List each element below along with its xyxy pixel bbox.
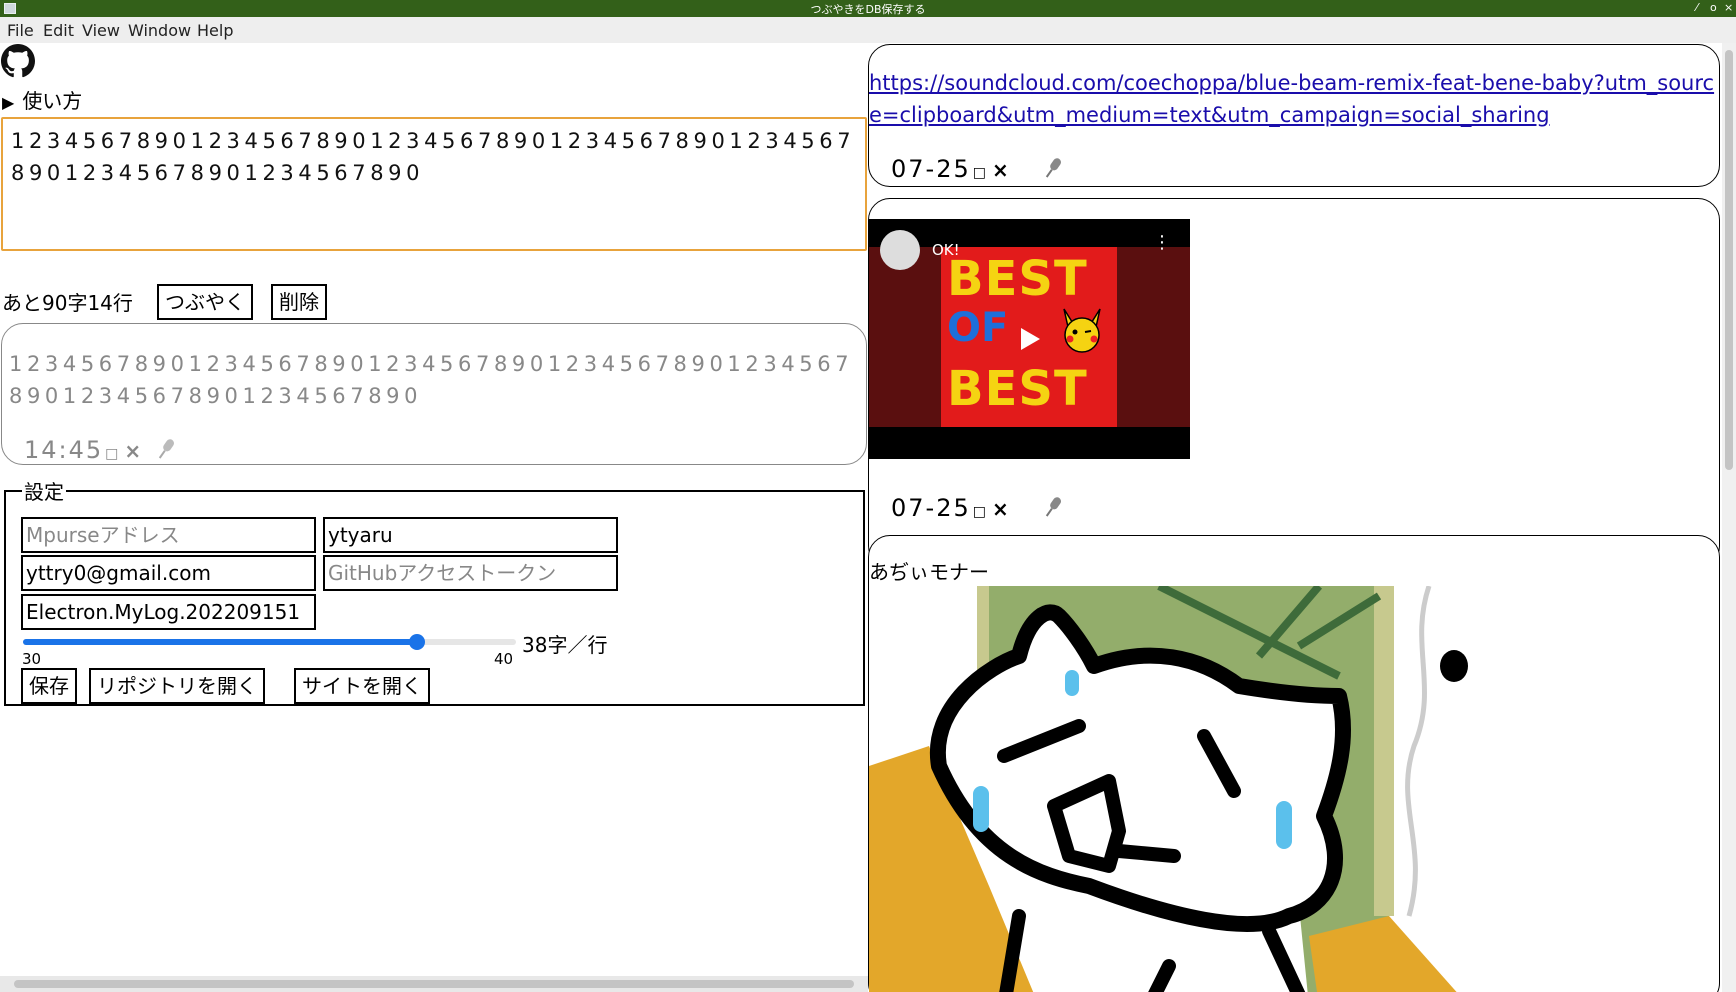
preview-checkbox[interactable]: □ [105,446,120,462]
pikachu-icon [1063,308,1101,353]
remaining-counter: あと90字14行 [2,291,133,315]
chars-per-line-slider[interactable] [23,634,516,650]
timeline-post: https://soundcloud.com/coechoppa/blue-be… [868,44,1720,187]
left-pane: ▶ 使い方 12345678901234567890123456789012345… [0,43,868,992]
post-meta: 07-25 □ × [891,155,1062,183]
preview-text: 1234567890123456789012345678901234567890… [9,352,854,408]
slider-min-label: 30 [22,650,42,668]
menu-view[interactable]: View [82,21,120,40]
cat-drawing-image [869,586,1468,992]
timeline-post: あぢぃモナー [868,535,1720,992]
disclosure-triangle-icon: ▶ [2,93,15,112]
post-checkbox[interactable]: □ [973,504,988,520]
window-title: つぶやきをDB保存する [810,3,926,16]
slider-fill [23,639,418,645]
thumbnail-text-bottom: BEST [947,361,1088,417]
usage-label: 使い方 [22,89,83,113]
preview-delete-icon[interactable]: × [124,439,143,463]
mpurse-address-input[interactable] [21,517,316,553]
github-icon[interactable] [1,44,35,78]
preview-time: 14:45 [24,436,104,464]
settings-legend: 設定 [24,480,64,504]
slider-max-label: 40 [494,650,514,668]
email-input[interactable] [21,555,316,591]
microphone-icon[interactable] [154,436,178,462]
vertical-scroll-thumb[interactable] [1725,50,1733,470]
thumbnail-text-top: BEST [947,251,1088,307]
menu-help[interactable]: Help [197,21,233,40]
post-meta: 07-25 □ × [891,494,1062,522]
menu-file[interactable]: File [7,21,34,40]
open-site-button[interactable]: サイトを開く [294,668,430,704]
thumbnail-text-mid: OF [947,305,1009,351]
video-title[interactable]: OK! [932,241,960,259]
vertical-scrollbar[interactable] [1722,43,1736,992]
minimize-icon[interactable]: ⁄ [1696,1,1698,14]
youtube-embed[interactable]: BEST OF BEST OK! ⋮ [869,219,1190,459]
horizontal-scroll-thumb[interactable] [14,980,854,988]
menu-window[interactable]: Window [128,21,191,40]
post-delete-icon[interactable]: × [992,497,1011,521]
save-button[interactable]: 保存 [21,668,77,704]
maximize-icon[interactable]: o [1710,1,1717,14]
more-options-icon[interactable]: ⋮ [1153,234,1171,252]
post-date: 07-25 [891,494,971,522]
post-checkbox[interactable]: □ [973,165,988,181]
preview-meta: 14:45 □ × [24,436,175,464]
delete-button[interactable]: 削除 [271,284,327,320]
window-titlebar: つぶやきをDB保存する ⁄ o × [0,0,1736,17]
microphone-icon[interactable] [1041,155,1065,181]
horizontal-scrollbar[interactable] [0,976,868,992]
repository-input[interactable] [21,594,316,630]
post-delete-icon[interactable]: × [992,158,1011,182]
close-icon[interactable]: × [1724,1,1733,14]
username-input[interactable] [323,517,618,553]
timeline-post: BEST OF BEST OK! ⋮ 07-25 □ × [868,198,1720,568]
play-icon[interactable] [1012,325,1046,353]
post-link[interactable]: https://soundcloud.com/coechoppa/blue-be… [869,67,1721,131]
usage-disclosure[interactable]: ▶ 使い方 [2,85,82,114]
post-button[interactable]: つぶやく [157,284,253,320]
menu-edit[interactable]: Edit [43,21,74,40]
open-repository-button[interactable]: リポジトリを開く [89,668,265,704]
github-token-input[interactable] [323,555,618,591]
post-textarea[interactable]: 1234567890123456789012345678901234567890… [1,117,867,251]
post-text: あぢぃモナー [869,560,989,584]
microphone-icon[interactable] [1041,494,1065,520]
preview-card: 1234567890123456789012345678901234567890… [1,323,867,465]
post-date: 07-25 [891,155,971,183]
slider-value-label: 38字／行 [522,633,608,657]
timeline-pane: https://soundcloud.com/coechoppa/blue-be… [868,43,1736,992]
menu-bar: File Edit View Window Help [0,17,1736,43]
channel-avatar[interactable] [880,230,920,270]
